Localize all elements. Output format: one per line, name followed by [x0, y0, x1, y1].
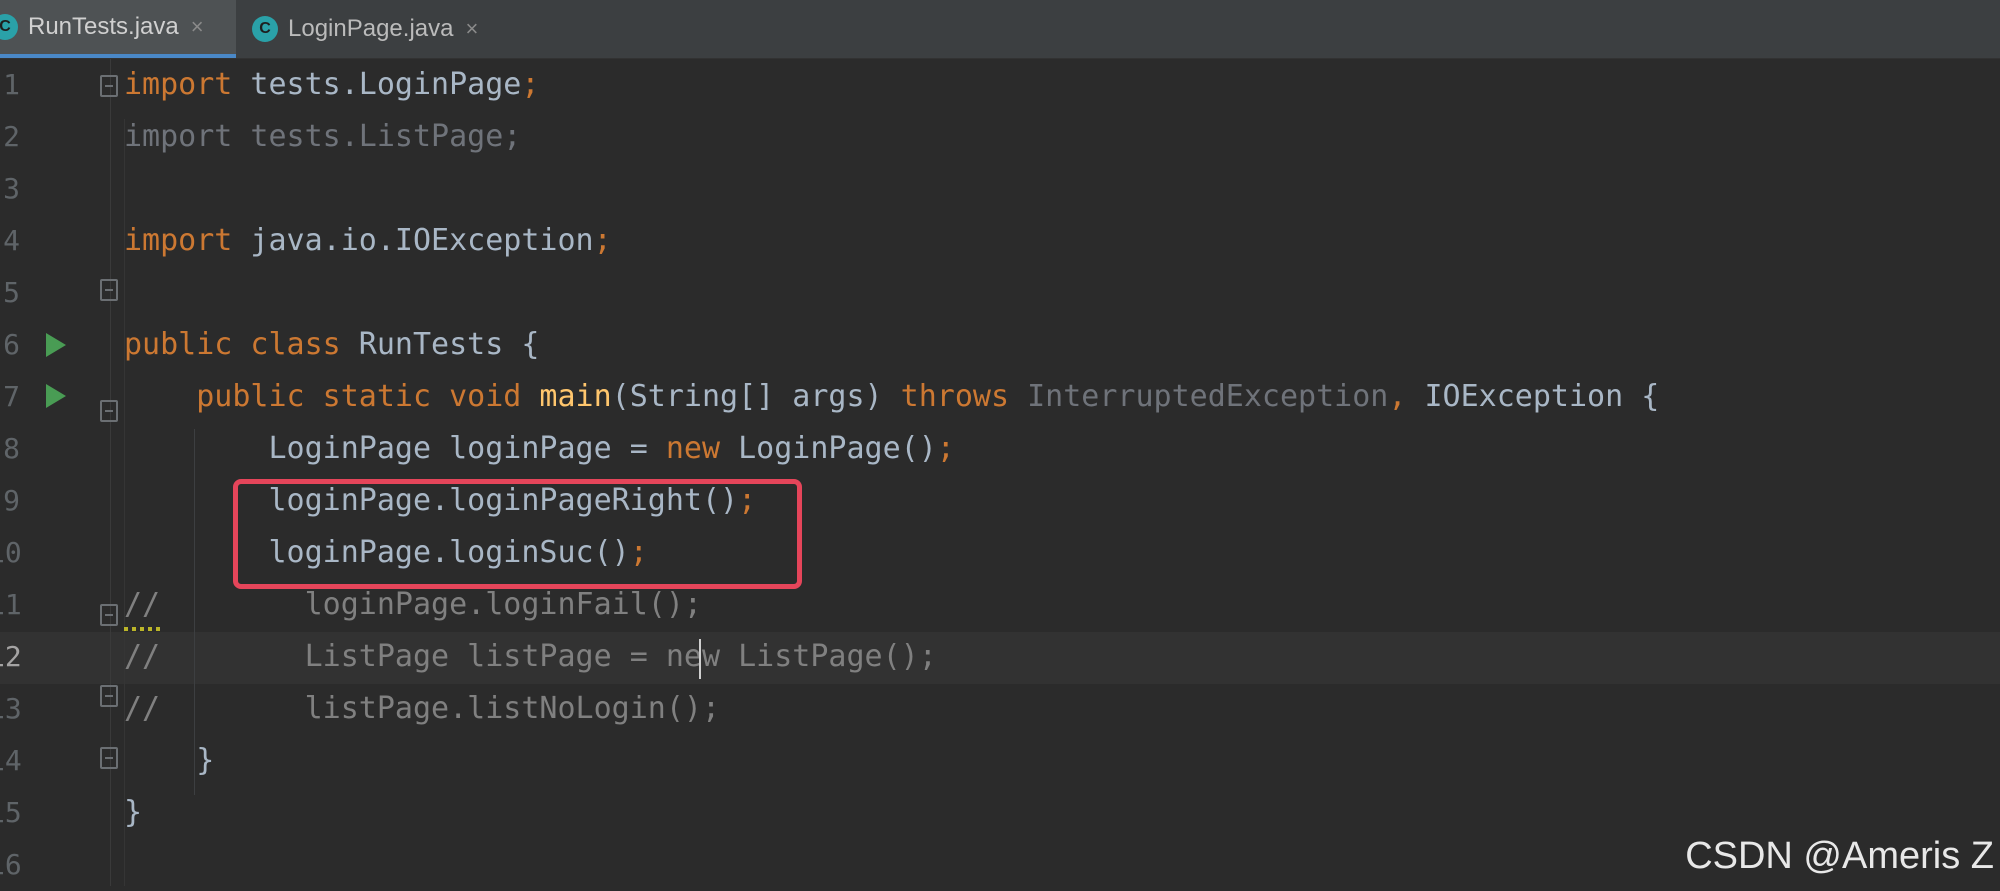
code-text: // ListPage listPage = new ListPage();	[124, 631, 937, 683]
java-class-icon: C	[0, 14, 18, 40]
code-token: // ListPage listPage = new ListPage();	[124, 639, 937, 674]
watermark: CSDN @Ameris Z	[1685, 835, 1994, 877]
code-token: RunTests {	[340, 327, 540, 362]
code-token: public class	[124, 327, 341, 362]
code-text: import java.io.IOException;	[124, 215, 612, 267]
line-number: 12	[0, 640, 22, 673]
code-line[interactable]: 6 public class RunTests {	[0, 319, 2000, 371]
line-number: 13	[0, 692, 22, 725]
code-token: // listPage.listNoLogin();	[124, 691, 721, 726]
close-icon[interactable]: ×	[465, 16, 478, 42]
editor-tab-bar: C RunTests.java × C LoginPage.java ×	[0, 0, 2000, 59]
code-token: ;	[593, 223, 612, 258]
line-number: 8	[3, 432, 20, 465]
code-token: public static void	[196, 379, 522, 414]
code-token: main	[539, 379, 612, 414]
highlight-annotation-box	[233, 479, 802, 589]
tab-label: LoginPage.java	[288, 15, 454, 42]
line-number: 10	[0, 536, 22, 569]
code-token: // loginPage.loginFail();	[124, 587, 702, 622]
code-line[interactable]: 13 // listPage.listNoLogin();	[0, 683, 2000, 735]
code-text: LoginPage loginPage = new LoginPage();	[124, 423, 955, 475]
code-line[interactable]: 3	[0, 163, 2000, 215]
code-line[interactable]: 2 import tests.ListPage;	[0, 111, 2000, 163]
code-token: import tests.ListPage;	[124, 119, 522, 154]
line-number: 15	[0, 796, 22, 829]
code-text: // listPage.listNoLogin();	[124, 683, 720, 735]
code-text: }	[124, 735, 214, 787]
code-token: }	[124, 743, 215, 778]
text-caret	[699, 639, 701, 679]
code-token: throws	[900, 379, 1010, 414]
code-token: InterruptedException	[1027, 379, 1389, 414]
line-number: 7	[3, 380, 20, 413]
line-number: 2	[3, 120, 20, 153]
line-number: 1	[3, 68, 20, 101]
code-token: IOException {	[1424, 379, 1660, 414]
code-text: public class RunTests {	[124, 319, 539, 371]
code-text: }	[124, 787, 142, 839]
line-number: 16	[0, 848, 22, 881]
code-line[interactable]: 4 import java.io.IOException;	[0, 215, 2000, 267]
code-token: import	[124, 223, 233, 258]
code-line[interactable]: 15}	[0, 787, 2000, 839]
code-token: }	[124, 795, 143, 830]
code-text: import tests.ListPage;	[124, 111, 521, 163]
code-line[interactable]: 8 LoginPage loginPage = new LoginPage();	[0, 423, 2000, 475]
code-token: java.io.IOException	[232, 223, 594, 258]
code-text: public static void main(String[] args) t…	[124, 371, 1659, 423]
line-number: 5	[3, 276, 20, 309]
code-token: (String[] args)	[611, 379, 901, 414]
code-token: LoginPage()	[720, 431, 937, 466]
code-token: ;	[936, 431, 955, 466]
line-number: 3	[3, 172, 20, 205]
code-token: import	[124, 67, 233, 102]
code-line[interactable]: 7 public static void main(String[] args)…	[0, 371, 2000, 423]
line-number: 11	[0, 588, 22, 621]
close-icon[interactable]: ×	[191, 14, 204, 40]
code-token: tests.LoginPage	[232, 67, 522, 102]
code-line[interactable]: 14 }	[0, 735, 2000, 787]
line-number: 14	[0, 744, 22, 777]
code-token: ;	[521, 67, 540, 102]
code-editor[interactable]: 1 import tests.LoginPage; 2 import tests.Li…	[0, 59, 2000, 886]
java-class-icon: C	[252, 16, 278, 42]
tab-loginpage[interactable]: C LoginPage.java ×	[236, 0, 508, 58]
code-line[interactable]: 1 import tests.LoginPage;	[0, 59, 2000, 111]
code-token: new	[665, 431, 721, 466]
code-line[interactable]: 5	[0, 267, 2000, 319]
code-token: ,	[1388, 379, 1425, 414]
tab-runtests[interactable]: C RunTests.java ×	[0, 0, 236, 58]
line-number: 4	[3, 224, 20, 257]
tab-label: RunTests.java	[28, 13, 179, 40]
warning-squiggle	[124, 627, 160, 631]
code-text: import tests.LoginPage;	[124, 59, 539, 111]
code-line[interactable]: 12 // ListPage listPage = new ListPage();	[0, 631, 2000, 683]
line-number: 9	[3, 484, 20, 517]
code-token: LoginPage loginPage =	[124, 431, 666, 466]
line-number: 6	[3, 328, 20, 361]
